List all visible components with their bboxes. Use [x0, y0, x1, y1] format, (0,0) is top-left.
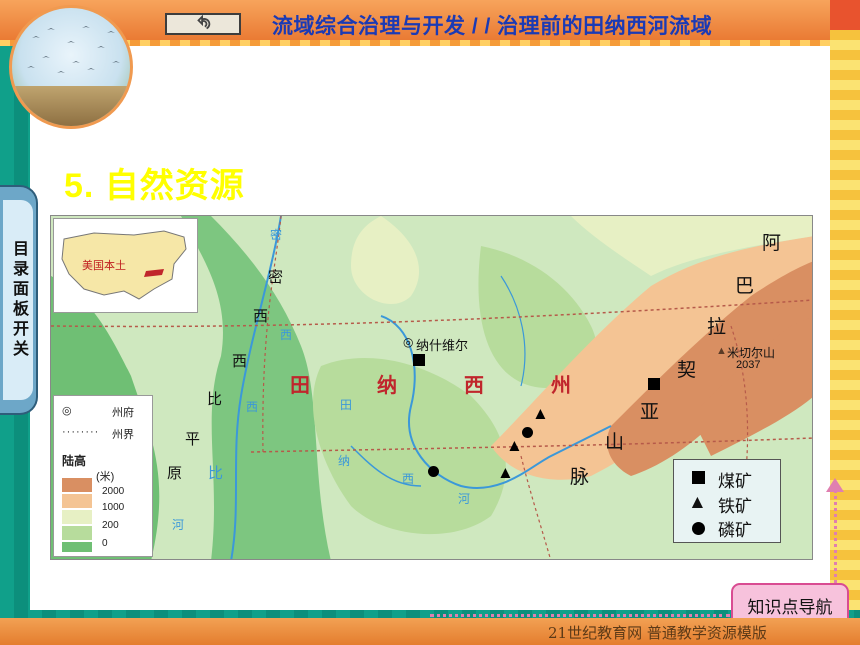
legend-phosphate: 磷矿: [718, 521, 752, 540]
river-label-char: 西: [246, 400, 259, 414]
range-label-char: 巴: [735, 276, 755, 297]
boundary-line-icon: ········: [62, 426, 100, 438]
river-label-char: 纳: [338, 454, 351, 468]
legend-coal: 煤矿: [718, 472, 752, 491]
back-button[interactable]: [165, 13, 241, 35]
corner-decoration: [830, 0, 860, 30]
legend-level-1000: 1000: [102, 502, 125, 513]
range-label-char: 脉: [570, 467, 590, 488]
elevation-color-200: [62, 510, 92, 524]
section-title: 5. 自然资源: [64, 167, 245, 205]
toc-panel-toggle[interactable]: 目录面板开关: [0, 185, 38, 415]
city-label: 纳什维尔: [416, 338, 469, 353]
logo-image: [9, 5, 133, 129]
plain-label-char: 比: [207, 391, 223, 408]
usa-inset-map: 美国本土: [53, 218, 198, 313]
river-label-char: 田: [340, 398, 353, 412]
nav-dotted-line: [834, 485, 837, 583]
peak-triangle-icon: ▲: [716, 345, 727, 357]
iron-marker-icon: ▲: [497, 463, 514, 482]
capital-symbol-icon: ◎: [403, 335, 414, 349]
range-label-char: 契: [677, 360, 697, 381]
river-label-char: 西: [402, 472, 415, 486]
state-label-char: 州: [551, 375, 571, 397]
state-label-char: 田: [290, 375, 310, 397]
coal-legend-icon: [692, 471, 705, 484]
plain-label-char: 原: [167, 465, 183, 482]
arrow-up-icon: [826, 478, 844, 492]
plain-label-char: 西: [232, 353, 248, 370]
river-label-char: 密: [270, 228, 283, 242]
iron-marker-icon: ▲: [532, 404, 549, 423]
nav-dotted-line: [430, 614, 730, 617]
header-title: 流域综合治理与开发 / / 治理前的田纳西河流域: [272, 15, 713, 38]
elevation-color-low: [62, 526, 92, 540]
elevation-color-2000plus: [62, 478, 92, 492]
footer-text: 21世纪教育网 普通教学资源模版: [548, 624, 767, 642]
range-label-char: 阿: [762, 233, 782, 254]
legend-capital: 州府: [112, 407, 134, 419]
legend-level-0: 0: [102, 538, 108, 549]
iron-marker-icon: ▲: [506, 436, 523, 455]
knowledge-nav-label: 知识点导航: [747, 597, 833, 617]
phosphate-marker-icon: [522, 427, 533, 438]
range-label-char: 山: [605, 432, 625, 453]
undo-arrow-icon: [197, 15, 211, 30]
state-label-char: 西: [464, 375, 484, 397]
river-label-char: 河: [458, 492, 471, 506]
mineral-legend: 煤矿 ▲ 铁矿 磷矿: [673, 459, 781, 543]
legend-iron: 铁矿: [718, 497, 752, 516]
legend-unit: (米): [96, 471, 115, 483]
elevation-color-0: [62, 542, 92, 552]
peak-height: 2037: [736, 359, 761, 371]
legend-level-200: 200: [102, 520, 119, 531]
phosphate-marker-icon: [428, 466, 439, 477]
legend-elevation-title: 陆高: [62, 454, 87, 468]
river-label-char: 比: [208, 465, 224, 482]
phosphate-legend-icon: [692, 522, 705, 535]
map-legend: ◎ 州府 ········ 州界 陆高 (米) 2000 1000 200 0: [53, 395, 153, 557]
coal-marker-icon: [413, 354, 425, 366]
range-label-char: 拉: [707, 317, 727, 338]
toc-panel-label: 目录面板开关: [10, 240, 27, 360]
legend-boundary: 州界: [112, 429, 134, 441]
capital-symbol-icon: ◎: [62, 405, 72, 417]
plain-label-char: 西: [253, 308, 269, 325]
river-label-char: 河: [172, 518, 185, 532]
plain-label-char: 平: [185, 431, 201, 448]
iron-legend-icon: ▲: [688, 492, 707, 513]
coal-marker-icon: [648, 378, 660, 390]
range-label-char: 亚: [640, 402, 660, 423]
elevation-color-1000: [62, 494, 92, 508]
state-label-char: 纳: [377, 375, 397, 397]
legend-level-2000: 2000: [102, 486, 125, 497]
inset-label: 美国本土: [82, 260, 126, 272]
plain-label-char: 密: [268, 269, 284, 286]
river-label-char: 西: [280, 328, 293, 342]
